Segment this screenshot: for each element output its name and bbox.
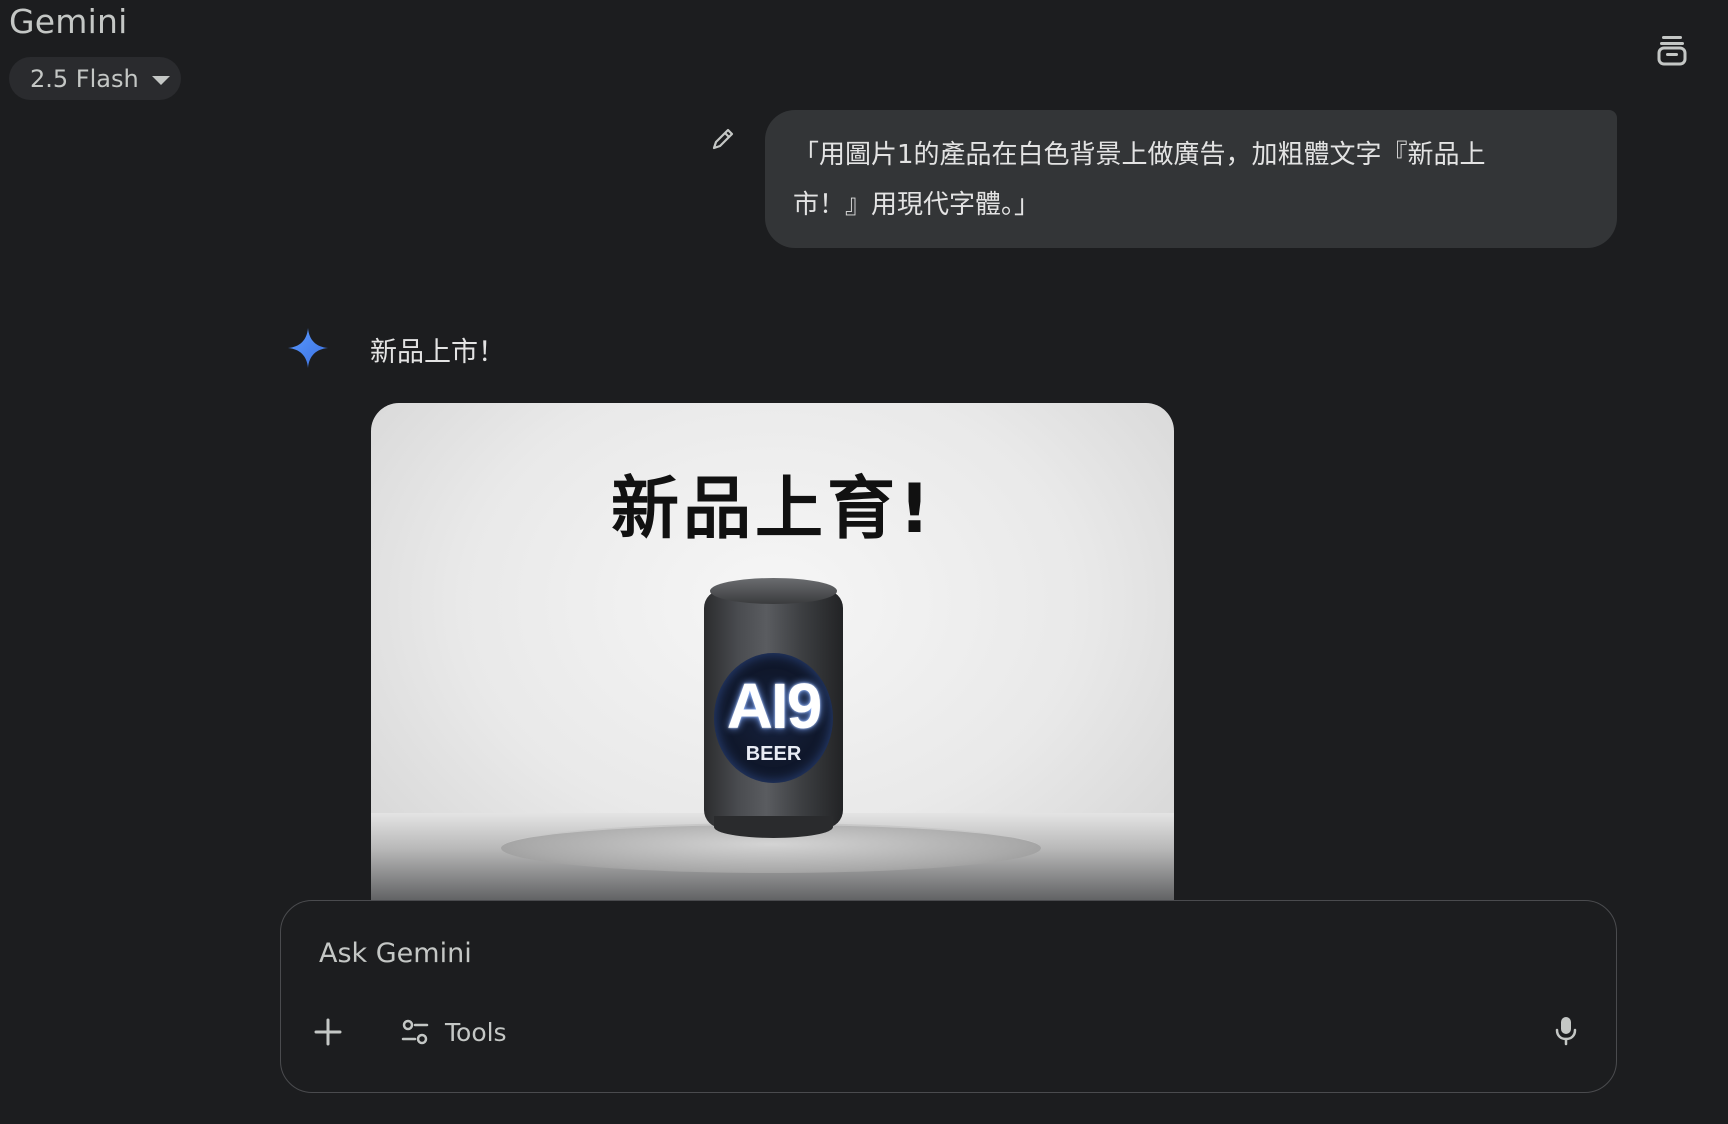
composer: Tools [280, 900, 1617, 1093]
mic-icon[interactable] [1549, 1013, 1583, 1047]
ad-headline: 新品上育! [610, 470, 934, 549]
can-label: AI9 BEER [714, 653, 833, 783]
tune-icon [401, 1019, 429, 1045]
beer-can: AI9 BEER [704, 578, 843, 840]
can-brand: AI9 [726, 670, 823, 742]
model-selector[interactable]: 2.5 Flash [9, 57, 181, 100]
user-message-line: 「用圖片1的產品在白色背景上做廣告，加粗體文字『新品上 [793, 140, 1486, 170]
prompt-input[interactable] [317, 933, 1317, 973]
gemini-spark-icon [286, 326, 330, 370]
tools-label: Tools [445, 1017, 507, 1047]
temporary-chat-icon[interactable] [1652, 30, 1692, 70]
tools-button[interactable]: Tools [399, 1011, 507, 1053]
can-subtitle: BEER [745, 743, 802, 765]
plus-icon[interactable] [311, 1015, 345, 1049]
can-top [710, 578, 837, 604]
user-message-bubble: 「用圖片1的產品在白色背景上做廣告，加粗體文字『新品上 市！』用現代字體。」 [765, 110, 1617, 248]
can-bottom [714, 816, 833, 838]
pencil-icon[interactable] [708, 124, 738, 154]
app-title: Gemini [9, 2, 128, 41]
chevron-down-icon [151, 75, 170, 85]
user-message-line: 市！』用現代字體。」 [793, 190, 1041, 220]
response-text: 新品上市！ [370, 337, 505, 368]
model-label: 2.5 Flash [30, 64, 139, 93]
generated-image[interactable]: 新品上育! AI9 BEER [371, 403, 1174, 901]
